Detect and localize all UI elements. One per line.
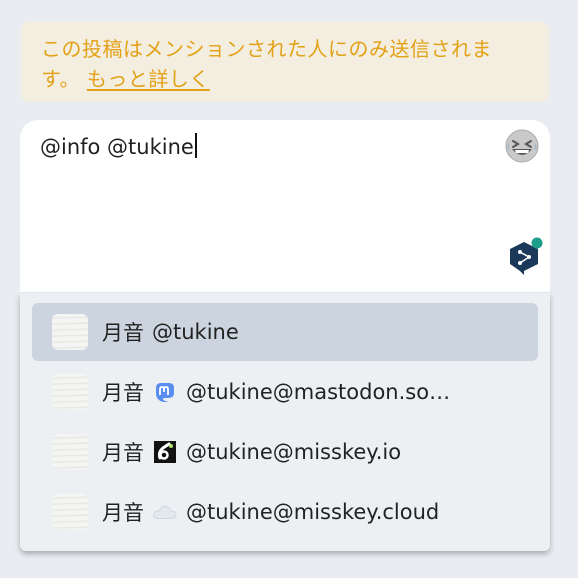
text-caret <box>194 133 197 158</box>
visibility-notice: この投稿はメンションされた人にのみ送信されます。 もっと詳しく <box>21 22 549 102</box>
cloud-icon <box>152 499 178 525</box>
post-text-input[interactable]: @info @tukine <box>40 132 197 162</box>
suggestion-name: 月音 <box>102 501 144 525</box>
suggestion-name: 月音 <box>102 441 144 465</box>
learn-more-link[interactable]: もっと詳しく <box>87 67 210 91</box>
suggestion-name: 月音 <box>102 321 144 345</box>
suggestion-account: @tukine@misskey.cloud <box>186 500 440 524</box>
mention-suggestions: 月音 @tukine 月音 @tukine@mastodon.so… 月音 @t… <box>20 293 550 551</box>
suggestion-account: @tukine@mastodon.so… <box>186 380 451 404</box>
suggestion-account: @tukine <box>152 320 239 344</box>
suggestion-name: 月音 <box>102 381 144 405</box>
suggestion-item[interactable]: 月音 @tukine@misskey.cloud <box>32 483 538 541</box>
avatar <box>52 434 88 470</box>
grinning-squinting-emoji-icon[interactable] <box>504 128 540 164</box>
suggestion-item[interactable]: 月音 @tukine@mastodon.so… <box>32 363 538 421</box>
post-text: @info @tukine <box>40 135 194 159</box>
mastodon-icon <box>152 379 178 405</box>
post-editor[interactable]: @info @tukine <box>20 120 550 292</box>
avatar <box>52 494 88 530</box>
avatar <box>52 314 88 350</box>
suggestion-item[interactable]: 月音 @tukine@misskey.io <box>32 423 538 481</box>
suggestion-item[interactable]: 月音 @tukine <box>32 303 538 361</box>
deepl-translate-icon[interactable] <box>504 237 544 275</box>
misskey-icon <box>152 439 178 465</box>
suggestion-account: @tukine@misskey.io <box>186 440 402 464</box>
avatar <box>52 374 88 410</box>
